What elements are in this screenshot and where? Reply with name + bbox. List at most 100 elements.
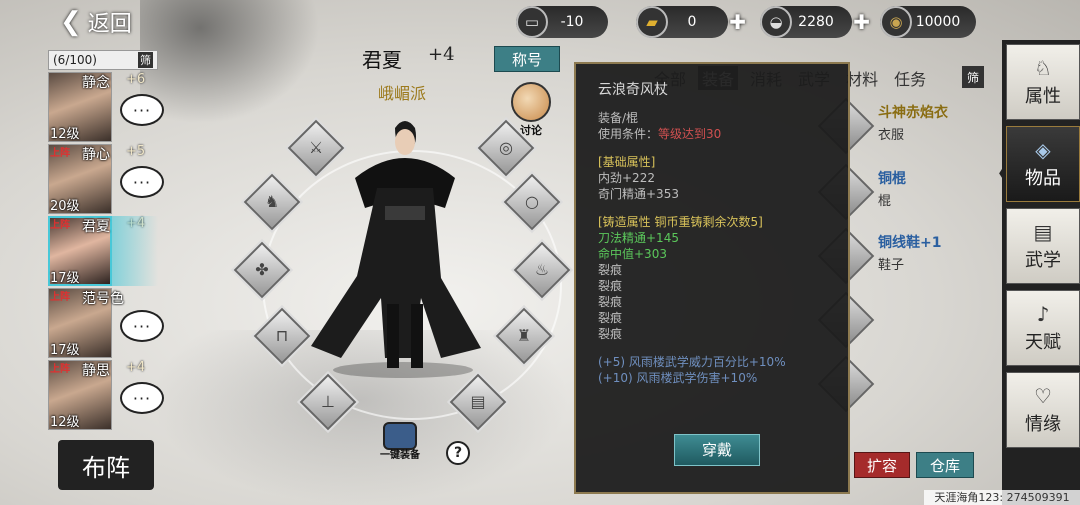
member-level: 20级 (50, 199, 80, 214)
roster-member[interactable]: 上阵 范号色 17级 ··· (48, 288, 164, 358)
romance-icon: ♡ (1034, 384, 1052, 408)
gold-bar-icon: ▰ (636, 6, 668, 38)
gold-resource[interactable]: ▰ 0 ✚ (636, 6, 746, 38)
nav-attributes[interactable]: ♘ 属性 (1006, 44, 1080, 120)
attribute-icon: ♘ (1034, 56, 1052, 80)
nav-label: 情缘 (1025, 414, 1061, 435)
robe-icon (383, 422, 417, 450)
member-name: 君夏 (82, 219, 110, 235)
member-plus: +6 (126, 72, 146, 87)
item-name: 铜线鞋+1 (878, 235, 942, 251)
talent-icon: ♪ (1036, 302, 1050, 326)
copper-value: 10000 (915, 14, 961, 30)
chat-bubble-icon[interactable]: ··· (120, 310, 164, 342)
stamina-resource[interactable]: ▭ -10 (516, 6, 608, 38)
roster-filter-button[interactable]: 筛 (138, 52, 153, 68)
nav-items[interactable]: ◈ 物品 (1006, 126, 1080, 202)
nav-label: 武学 (1025, 250, 1061, 271)
roster-member-selected[interactable]: 上阵 君夏 +4 17级 (48, 216, 158, 286)
tooltip-crack-line: 裂痕 (598, 327, 623, 341)
inventory-filter-button[interactable]: 筛 (962, 66, 984, 88)
inventory-item-empty[interactable] (817, 355, 1006, 414)
tooltip-base-line: 奇门精通+353 (598, 187, 679, 201)
nav-label: 属性 (1025, 86, 1061, 107)
one-click-equip-button[interactable]: 一键装备 (378, 422, 422, 466)
character-name: 君夏 (362, 48, 402, 72)
tooltip-forge-header: [铸造属性 铜币重铸剩余次数5] (598, 215, 763, 229)
expand-button[interactable]: 扩容 (854, 452, 910, 478)
nav-label: 物品 (1025, 168, 1061, 189)
member-level: 17级 (50, 343, 80, 358)
inventory-item[interactable]: 铜线鞋+1 鞋子 (817, 227, 1006, 286)
items-icon: ◈ (1035, 138, 1051, 162)
title-button[interactable]: 称号 (494, 46, 560, 72)
tooltip-crack-line: 裂痕 (598, 311, 623, 325)
chat-bubble-icon[interactable]: ··· (120, 166, 164, 198)
member-level: 17级 (50, 271, 80, 286)
tooltip-forge-line: 刀法精通+145 (598, 231, 679, 245)
stamina-icon: ▭ (516, 6, 548, 38)
tooltip-crack-line: 裂痕 (598, 263, 623, 277)
cloak-slot-icon: ♨ (534, 260, 550, 279)
nav-martial-arts[interactable]: ▤ 武学 (1006, 208, 1080, 284)
inventory-item[interactable]: 铜棍 棍 (817, 163, 1006, 222)
character-plus: +4 (428, 44, 455, 65)
roster-member[interactable]: 上阵 静思 +4 12级 ··· (48, 360, 164, 430)
item-type: 衣服 (878, 128, 905, 143)
nav-talent[interactable]: ♪ 天赋 (1006, 290, 1080, 366)
item-type: 鞋子 (878, 258, 905, 273)
help-icon[interactable]: ? (446, 441, 470, 465)
back-label: 返回 (87, 12, 132, 37)
member-level: 12级 (50, 127, 80, 142)
chat-bubble-icon[interactable]: ··· (120, 94, 164, 126)
character-sect: 峨嵋派 (378, 84, 427, 103)
member-name: 静念 (82, 75, 110, 91)
roster-member[interactable]: 上阵 静心 +5 20级 ··· (48, 144, 164, 214)
watermark: 天涯海角123: 274509391 (924, 490, 1080, 505)
nav-romance[interactable]: ♡ 情缘 (1006, 372, 1080, 448)
on-team-badge: 上阵 (50, 364, 70, 375)
on-team-badge: 上阵 (50, 292, 70, 303)
member-plus: +5 (126, 144, 146, 159)
tooltip-item-name: 云浪奇风杖 (598, 82, 668, 98)
on-team-badge: 上阵 (50, 148, 70, 159)
tooltip-base-header: [基础属性] (598, 155, 656, 169)
inventory-item[interactable]: 斗神赤焰衣 衣服 (817, 97, 1006, 156)
silver-value: 2280 (798, 14, 834, 30)
tooltip-set-line: (+10) 风雨楼武学伤害+10% (598, 371, 758, 385)
nav-label: 天赋 (1025, 332, 1061, 353)
add-gold-icon[interactable]: ✚ (729, 10, 746, 34)
add-silver-icon[interactable]: ✚ (853, 10, 870, 34)
item-name: 斗神赤焰衣 (878, 105, 948, 121)
ring-slot-icon: ○ (525, 192, 539, 211)
roster-panel: (6/100) 筛 (48, 50, 158, 70)
tooltip-use-condition: 使用条件：等级达到30 (598, 127, 722, 141)
martial-arts-icon: ▤ (1033, 220, 1053, 244)
tooltip-crack-line: 裂痕 (598, 279, 623, 293)
roster-header: (6/100) 筛 (48, 50, 158, 70)
tab-quests[interactable]: 任务 (890, 66, 930, 90)
boots-slot-icon: ⊥ (321, 392, 335, 411)
chat-bubble-icon[interactable]: ··· (120, 382, 164, 414)
member-name: 静思 (82, 363, 110, 379)
copper-resource[interactable]: ◉ 10000 (880, 6, 976, 38)
equip-all-label: 一键装备 (380, 450, 420, 461)
member-plus: +4 (126, 360, 146, 375)
on-team-badge: 上阵 (50, 220, 70, 231)
tooltip-set-line: (+5) 风雨楼武学威力百分比+10% (598, 355, 786, 369)
formation-button[interactable]: 布阵 (58, 440, 154, 490)
tooltip-forge-line: 命中值+303 (598, 247, 667, 261)
character-figure (311, 121, 481, 378)
inventory-item-empty[interactable] (817, 291, 1006, 350)
roster-member[interactable]: 静念 +6 12级 ··· (48, 72, 164, 142)
silver-resource[interactable]: ◒ 2280 ✚ (760, 6, 870, 38)
tooltip-category: 装备/棍 (598, 111, 639, 125)
back-button[interactable]: ❮ 返回 (60, 6, 132, 38)
item-name: 铜棍 (878, 171, 906, 187)
storage-button[interactable]: 仓库 (916, 452, 974, 478)
item-type: 棍 (878, 194, 892, 209)
wear-button[interactable]: 穿戴 (674, 434, 760, 466)
dog-face-icon (511, 82, 551, 122)
copper-coin-icon: ◉ (880, 6, 912, 38)
gold-value: 0 (687, 14, 697, 30)
